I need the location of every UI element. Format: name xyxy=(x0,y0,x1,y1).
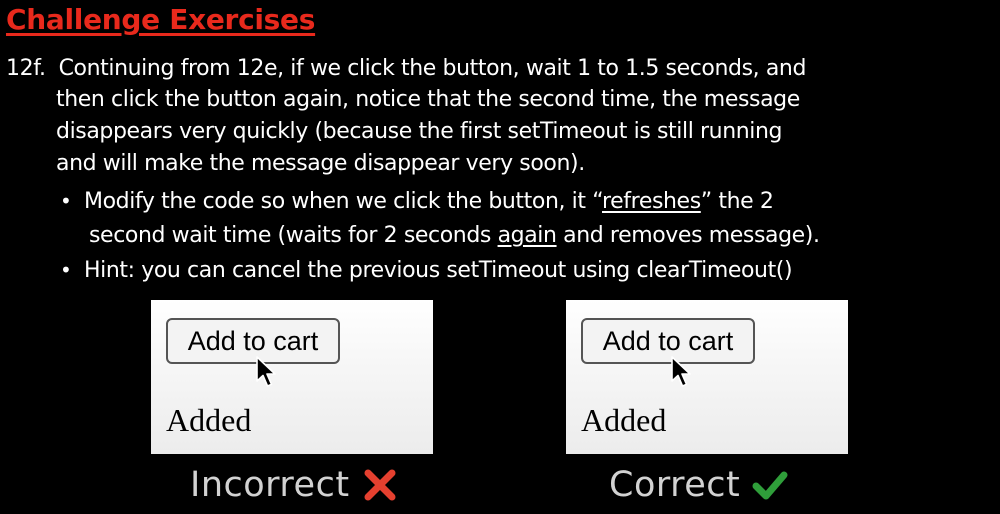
checkmark-icon xyxy=(752,471,788,500)
bullet-dot: • xyxy=(60,258,72,282)
bullet-dot: • xyxy=(60,189,72,213)
verdict-label: Incorrect xyxy=(190,465,350,505)
bullet-modify-line-2: second wait time (waits for 2 seconds ag… xyxy=(89,220,820,251)
exercise-line-4: and will make the message disappear very… xyxy=(56,151,585,176)
refreshes-emphasis: refreshes xyxy=(602,189,701,214)
add-to-cart-button[interactable]: Add to cart xyxy=(166,318,340,364)
exercise-line-3: disappears very quickly (because the fir… xyxy=(56,119,783,144)
mouse-pointer-icon xyxy=(256,356,276,387)
page-title: Challenge Exercises xyxy=(6,3,316,36)
bullet-modify-line-1: Modify the code so when we click the but… xyxy=(84,186,774,217)
bullet-modify-text-2-end: and removes message). xyxy=(556,223,820,248)
bullet-hint: Hint: you can cancel the previous setTim… xyxy=(84,258,793,283)
demo-panel-correct: Add to cart Added xyxy=(566,300,848,454)
exercise-number: 12f. xyxy=(6,56,46,81)
bullet-modify-text: Modify the code so when we click the but… xyxy=(84,189,603,214)
verdict-label: Correct xyxy=(609,465,741,505)
add-to-cart-button[interactable]: Add to cart xyxy=(581,318,755,364)
exercise-line-2: then click the button again, notice that… xyxy=(56,87,800,112)
exercise-12f: 12f. Continuing from 12e, if we click th… xyxy=(6,53,806,84)
verdict-correct: Correct xyxy=(609,462,788,508)
exercise-line-1: Continuing from 12e, if we click the but… xyxy=(58,56,807,81)
bullet-modify-text-end: ” the 2 xyxy=(700,189,774,214)
added-message: Added xyxy=(581,402,667,438)
again-emphasis: again xyxy=(497,223,557,248)
added-message: Added xyxy=(166,402,252,438)
cross-icon xyxy=(364,469,396,501)
mouse-pointer-icon xyxy=(671,356,691,387)
verdict-incorrect: Incorrect xyxy=(190,462,398,508)
bullet-modify-text-2: second wait time (waits for 2 seconds xyxy=(89,223,498,248)
demo-panel-incorrect: Add to cart Added xyxy=(151,300,433,454)
